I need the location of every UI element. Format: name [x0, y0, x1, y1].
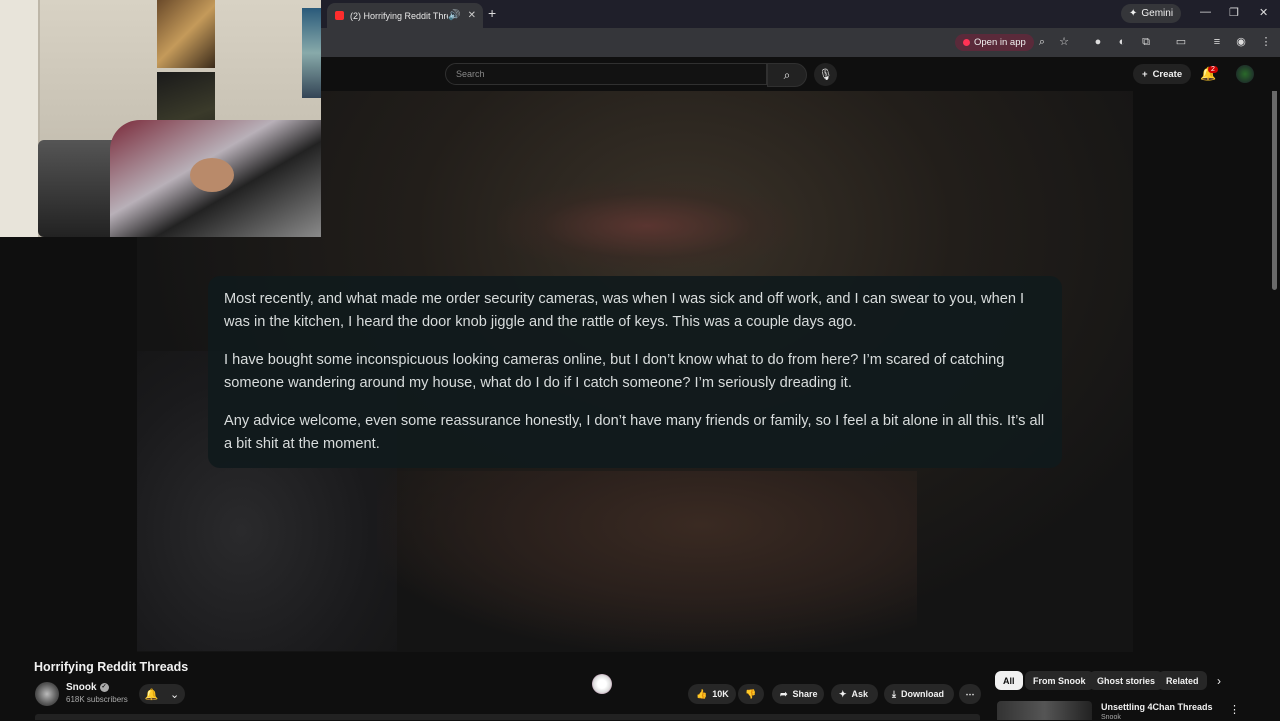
chevron-down-icon: ⌄ [170, 688, 180, 701]
browser-tab[interactable]: (2) Horrifying Reddit Threads 🔊 ✕ [327, 3, 483, 28]
channel-avatar[interactable] [35, 682, 59, 706]
cast-icon[interactable]: ▭ [1175, 36, 1187, 48]
search-input[interactable]: Search [445, 63, 767, 85]
like-button[interactable]: 👍 10K [688, 684, 736, 704]
subscribed-notifications-button[interactable]: 🔔 ⌄ [139, 684, 185, 704]
profile-avatar-icon[interactable]: ◉ [1235, 36, 1247, 48]
voice-search-button[interactable]: 🎙 [814, 63, 837, 86]
description-box-edge [35, 714, 980, 720]
close-tab-icon[interactable]: ✕ [468, 10, 476, 21]
related-more-icon[interactable]: ⋮ [1229, 703, 1240, 716]
subscriber-count: 618K subscribers [66, 695, 128, 704]
open-in-app-button[interactable]: Open in app [955, 34, 1034, 51]
ask-label: Ask [851, 689, 869, 699]
search-icon: ⌕ [783, 67, 791, 82]
dislike-button[interactable]: 👎 [738, 684, 764, 704]
webcam-overlay [0, 0, 321, 237]
caption-paragraph: Any advice welcome, even some reassuranc… [224, 413, 1045, 452]
thumbs-down-icon: 👎 [745, 688, 757, 699]
share-arrow-icon: ➦ [780, 688, 788, 699]
channel-name[interactable]: Snook [66, 682, 97, 693]
caption-card: Most recently, and what made me order se… [208, 276, 1062, 468]
chevron-right-icon[interactable]: › [1217, 674, 1221, 688]
channel-name-row[interactable]: Snook ✓ [66, 682, 109, 693]
youtube-icon [963, 39, 970, 46]
related-video-title[interactable]: Unsettling 4Chan Threads [1101, 702, 1213, 712]
gemini-button[interactable]: ✦ Gemini [1121, 4, 1182, 23]
video-title: Horrifying Reddit Threads [34, 660, 189, 674]
hello-kitty-sticker-icon [592, 674, 612, 694]
webcam-microphone [38, 140, 118, 237]
thumbs-up-icon: 👍 [696, 688, 708, 699]
bell-icon: 🔔 [144, 688, 159, 701]
related-video-thumbnail[interactable] [997, 701, 1092, 720]
minimize-icon[interactable]: — [1200, 6, 1211, 18]
caption-paragraph: Most recently, and what made me order se… [224, 291, 1025, 330]
restore-icon[interactable]: ❐ [1229, 6, 1239, 19]
tab-title: (2) Horrifying Reddit Threads [350, 10, 448, 21]
search-button[interactable]: ⌕ [767, 63, 807, 87]
notification-count-badge: 2 [1208, 66, 1218, 73]
webcam-poster [302, 8, 321, 98]
more-actions-button[interactable]: ⋯ [959, 684, 981, 704]
extensions-puzzle-icon[interactable]: ⧉ [1140, 36, 1152, 48]
share-label: Share [792, 689, 818, 699]
chip-from-snook[interactable]: From Snook [1025, 671, 1094, 690]
create-label: Create [1152, 68, 1183, 80]
microphone-icon: 🎙 [818, 69, 833, 81]
download-icon: ⤓ [892, 688, 896, 699]
video-frame-town [497, 181, 797, 271]
create-button[interactable]: + Create [1133, 64, 1192, 84]
download-label: Download [900, 689, 944, 699]
close-window-icon[interactable]: ✕ [1259, 6, 1268, 19]
webcam-poster [157, 0, 215, 68]
chip-all[interactable]: All [995, 671, 1023, 690]
new-tab-button[interactable]: + [488, 5, 496, 21]
zoom-icon[interactable]: ⌕ [1036, 36, 1048, 48]
bookmark-star-icon[interactable]: ☆ [1058, 36, 1070, 48]
open-in-app-label: Open in app [974, 37, 1026, 48]
ask-button[interactable]: ✦ Ask [831, 684, 878, 704]
verified-check-icon: ✓ [99, 682, 109, 692]
chip-ghost-stories[interactable]: Ghost stories [1089, 671, 1164, 690]
plus-icon: + [1142, 68, 1148, 80]
sparkle-icon: ✦ [1129, 8, 1138, 19]
chip-related[interactable]: Related [1158, 671, 1207, 690]
extension-icon[interactable]: ● [1092, 36, 1104, 48]
extension-icon[interactable]: ◐ [1116, 36, 1128, 48]
speaker-icon[interactable]: 🔊 [448, 10, 460, 21]
download-button[interactable]: ⤓ Download [884, 684, 954, 704]
youtube-favicon-icon [335, 11, 344, 20]
video-frame-cliff [377, 471, 917, 651]
webcam-person [190, 158, 234, 192]
browser-menu-icon[interactable]: ⋮ [1260, 36, 1272, 48]
more-horizontal-icon: ⋯ [965, 688, 975, 699]
address-bar-row [321, 28, 1280, 57]
reading-list-icon[interactable]: ≡ [1211, 36, 1223, 48]
share-button[interactable]: ➦ Share [772, 684, 824, 704]
gemini-label: Gemini [1141, 8, 1174, 19]
caption-paragraph: I have bought some inconspicuous looking… [224, 352, 1005, 391]
like-count: 10K [712, 689, 729, 699]
page-scrollbar[interactable] [1272, 70, 1277, 290]
sparkle-icon: ✦ [839, 688, 847, 699]
account-avatar[interactable] [1236, 65, 1254, 83]
webcam-door [0, 0, 40, 237]
